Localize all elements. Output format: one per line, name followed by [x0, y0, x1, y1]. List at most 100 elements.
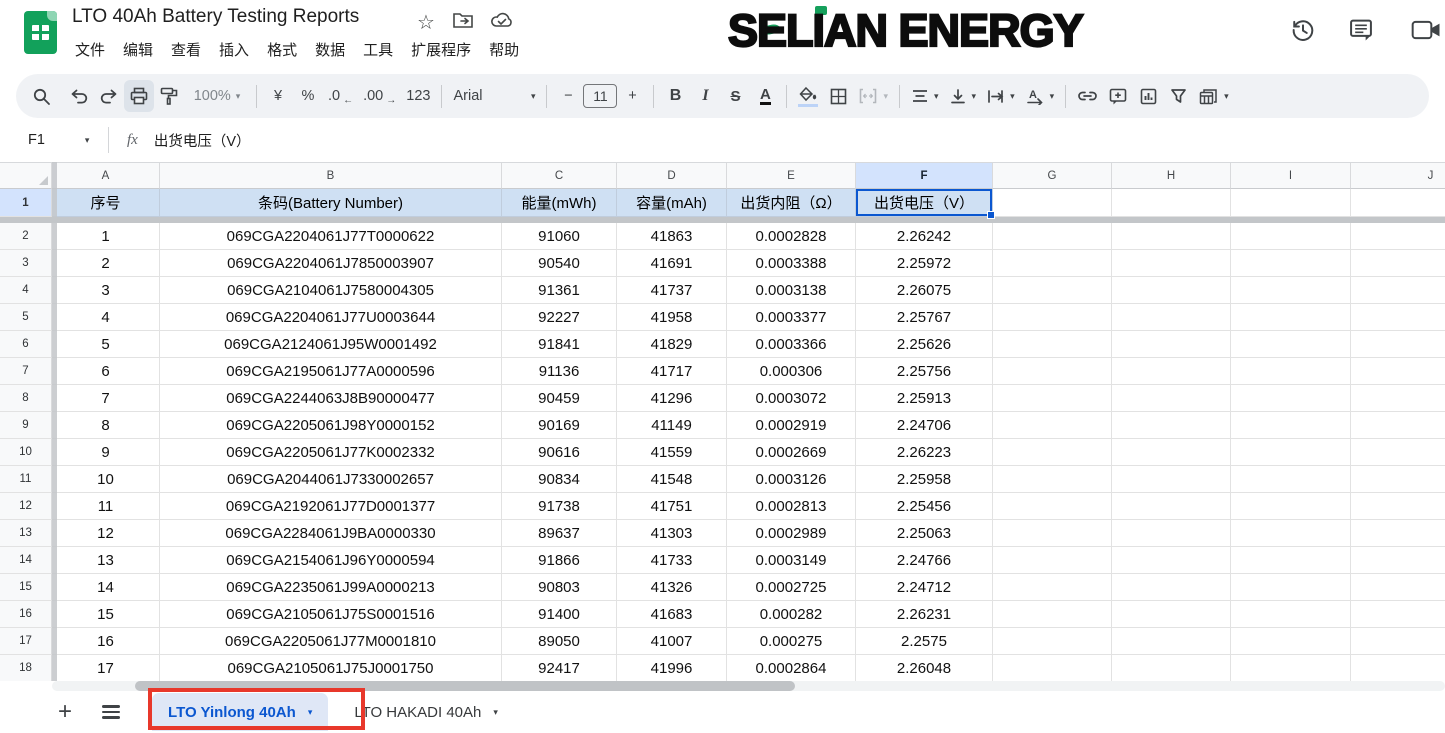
- cell-I9[interactable]: [1231, 412, 1351, 439]
- cell-I1[interactable]: [1231, 189, 1351, 217]
- cell-I10[interactable]: [1231, 439, 1351, 466]
- cell-A12[interactable]: 11: [52, 493, 160, 520]
- version-history-icon[interactable]: [1289, 16, 1317, 49]
- cell-C4[interactable]: 91361: [502, 277, 617, 304]
- row-header-16[interactable]: 16: [0, 601, 52, 628]
- cell-G15[interactable]: [993, 574, 1112, 601]
- cell-G18[interactable]: [993, 655, 1112, 681]
- cell-H17[interactable]: [1112, 628, 1231, 655]
- cell-I16[interactable]: [1231, 601, 1351, 628]
- cell-J1[interactable]: [1351, 189, 1445, 217]
- cell-G6[interactable]: [993, 331, 1112, 358]
- menu-extensions[interactable]: 扩展程序: [402, 36, 480, 63]
- cell-E14[interactable]: 0.0003149: [727, 547, 856, 574]
- cell-C8[interactable]: 90459: [502, 385, 617, 412]
- cell-H18[interactable]: [1112, 655, 1231, 681]
- menu-data[interactable]: 数据: [306, 36, 354, 63]
- column-header-I[interactable]: I: [1231, 163, 1351, 189]
- cell-B8[interactable]: 069CGA2244063J8B90000477: [160, 385, 502, 412]
- cell-J4[interactable]: [1351, 277, 1445, 304]
- cell-I4[interactable]: [1231, 277, 1351, 304]
- cell-B18[interactable]: 069CGA2105061J75J0001750: [160, 655, 502, 681]
- sheet-tab-active[interactable]: LTO Yinlong 40Ah▾: [152, 693, 328, 731]
- row-header-6[interactable]: 6: [0, 331, 52, 358]
- cell-C5[interactable]: 92227: [502, 304, 617, 331]
- header-cell-A1[interactable]: 序号: [52, 189, 160, 217]
- cell-D17[interactable]: 41007: [617, 628, 727, 655]
- menu-edit[interactable]: 编辑: [114, 36, 162, 63]
- header-cell-C1[interactable]: 能量(mWh): [502, 189, 617, 217]
- cell-A3[interactable]: 2: [52, 250, 160, 277]
- cell-C7[interactable]: 91136: [502, 358, 617, 385]
- cell-D9[interactable]: 41149: [617, 412, 727, 439]
- cell-C6[interactable]: 91841: [502, 331, 617, 358]
- cell-F15[interactable]: 2.24712: [856, 574, 993, 601]
- column-header-J[interactable]: J: [1351, 163, 1445, 189]
- menu-insert[interactable]: 插入: [210, 36, 258, 63]
- more-formats-button[interactable]: 123: [401, 80, 435, 112]
- cell-H3[interactable]: [1112, 250, 1231, 277]
- cell-B10[interactable]: 069CGA2205061J77K0002332: [160, 439, 502, 466]
- row-header-4[interactable]: 4: [0, 277, 52, 304]
- cell-B6[interactable]: 069CGA2124061J95W0001492: [160, 331, 502, 358]
- cell-D12[interactable]: 41751: [617, 493, 727, 520]
- select-all-corner[interactable]: [0, 163, 52, 189]
- cell-B13[interactable]: 069CGA2284061J9BA0000330: [160, 520, 502, 547]
- cell-B11[interactable]: 069CGA2044061J7330002657: [160, 466, 502, 493]
- cell-G16[interactable]: [993, 601, 1112, 628]
- cell-F3[interactable]: 2.25972: [856, 250, 993, 277]
- row-header-12[interactable]: 12: [0, 493, 52, 520]
- cell-I2[interactable]: [1231, 223, 1351, 250]
- header-cell-E1[interactable]: 出货内阻（Ω）: [727, 189, 856, 217]
- cell-D13[interactable]: 41303: [617, 520, 727, 547]
- row-header-1[interactable]: 1: [0, 189, 52, 217]
- cell-E13[interactable]: 0.0002989: [727, 520, 856, 547]
- increase-decimal-button[interactable]: .00→: [358, 80, 401, 112]
- cell-B14[interactable]: 069CGA2154061J96Y0000594: [160, 547, 502, 574]
- cell-I5[interactable]: [1231, 304, 1351, 331]
- cell-H1[interactable]: [1112, 189, 1231, 217]
- table-views-icon[interactable]: ▾: [1193, 80, 1234, 112]
- cell-C18[interactable]: 92417: [502, 655, 617, 681]
- cell-G14[interactable]: [993, 547, 1112, 574]
- redo-icon[interactable]: [94, 80, 124, 112]
- font-size-input[interactable]: 11: [583, 84, 617, 108]
- cell-A13[interactable]: 12: [52, 520, 160, 547]
- row-header-15[interactable]: 15: [0, 574, 52, 601]
- cell-D2[interactable]: 41863: [617, 223, 727, 250]
- insert-comment-icon[interactable]: [1103, 80, 1133, 112]
- row-header-9[interactable]: 9: [0, 412, 52, 439]
- cell-A18[interactable]: 17: [52, 655, 160, 681]
- insert-link-icon[interactable]: [1072, 80, 1103, 112]
- star-icon[interactable]: ☆: [417, 10, 435, 35]
- cell-A8[interactable]: 7: [52, 385, 160, 412]
- row-header-3[interactable]: 3: [0, 250, 52, 277]
- cell-G9[interactable]: [993, 412, 1112, 439]
- cell-E8[interactable]: 0.0003072: [727, 385, 856, 412]
- cell-G8[interactable]: [993, 385, 1112, 412]
- menu-view[interactable]: 查看: [162, 36, 210, 63]
- column-header-B[interactable]: B: [160, 163, 502, 189]
- google-sheets-icon[interactable]: [24, 11, 57, 54]
- cell-I3[interactable]: [1231, 250, 1351, 277]
- cell-A4[interactable]: 3: [52, 277, 160, 304]
- row-header-14[interactable]: 14: [0, 547, 52, 574]
- cell-J5[interactable]: [1351, 304, 1445, 331]
- cell-I17[interactable]: [1231, 628, 1351, 655]
- menu-file[interactable]: 文件: [66, 36, 114, 63]
- cell-G7[interactable]: [993, 358, 1112, 385]
- column-header-H[interactable]: H: [1112, 163, 1231, 189]
- cell-B7[interactable]: 069CGA2195061J77A0000596: [160, 358, 502, 385]
- column-header-E[interactable]: E: [727, 163, 856, 189]
- cell-B12[interactable]: 069CGA2192061J77D0001377: [160, 493, 502, 520]
- cell-I6[interactable]: [1231, 331, 1351, 358]
- cell-F17[interactable]: 2.2575: [856, 628, 993, 655]
- cell-I18[interactable]: [1231, 655, 1351, 681]
- fill-color-icon[interactable]: [793, 80, 823, 112]
- cell-C16[interactable]: 91400: [502, 601, 617, 628]
- cell-J15[interactable]: [1351, 574, 1445, 601]
- print-icon[interactable]: [124, 80, 154, 112]
- cell-E2[interactable]: 0.0002828: [727, 223, 856, 250]
- cell-E10[interactable]: 0.0002669: [727, 439, 856, 466]
- cell-F4[interactable]: 2.26075: [856, 277, 993, 304]
